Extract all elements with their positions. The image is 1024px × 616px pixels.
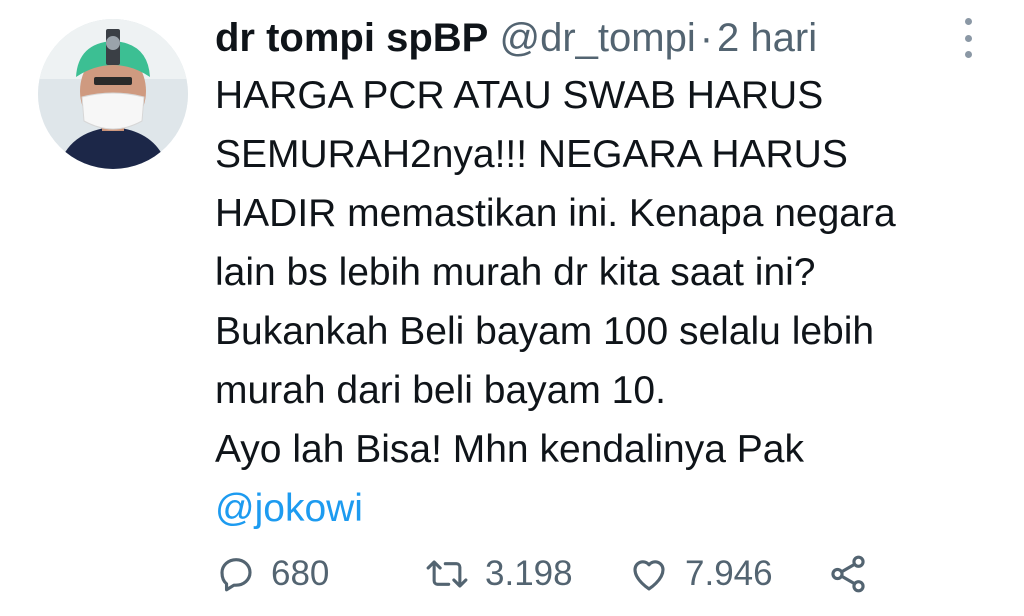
tweet-text-line: SEMURAH2nya!!! NEGARA HARUS xyxy=(215,133,848,176)
retweet-button[interactable]: 3.198 xyxy=(423,549,573,599)
more-vertical-icon[interactable] xyxy=(958,18,978,58)
share-icon xyxy=(827,553,869,595)
tweet-timestamp[interactable]: 2 hari xyxy=(717,16,817,60)
tweet-text-line: murah dari beli bayam 10. xyxy=(215,369,666,412)
tweet-text-line: Bukankah Beli bayam 100 selalu lebih xyxy=(215,310,875,353)
reply-icon xyxy=(215,553,257,595)
tweet-text-line: lain bs lebih murah dr kita saat ini? xyxy=(215,251,816,294)
share-button[interactable] xyxy=(827,549,869,599)
tweet-text: HARGA PCR ATAU SWAB HARUS SEMURAH2nya!!!… xyxy=(215,66,1005,538)
mention-link[interactable]: @jokowi xyxy=(215,479,1005,538)
heart-icon xyxy=(627,553,671,595)
header-separator: · xyxy=(699,16,714,60)
tweet-text-line: HARGA PCR ATAU SWAB HARUS xyxy=(215,74,824,117)
avatar[interactable] xyxy=(38,19,188,169)
like-count: 7.946 xyxy=(685,554,773,593)
tweet-header: dr tompi spBP @dr_tompi · 2 hari xyxy=(215,14,817,62)
tweet-text-line: HADIR memastikan ini. Kenapa negara xyxy=(215,192,896,235)
reply-button[interactable]: 680 xyxy=(215,549,329,599)
tweet-text-line: Ayo lah Bisa! Mhn kendalinya Pak xyxy=(215,428,804,471)
tweet-actions: 680 3.198 7.946 xyxy=(215,549,915,599)
retweet-icon xyxy=(423,553,471,595)
author-handle[interactable]: @dr_tompi xyxy=(499,16,695,60)
like-button[interactable]: 7.946 xyxy=(627,549,773,599)
author-name[interactable]: dr tompi spBP xyxy=(215,16,488,60)
tweet-card: dr tompi spBP @dr_tompi · 2 hari HARGA PCR… xyxy=(0,0,1024,616)
reply-count: 680 xyxy=(271,554,330,593)
retweet-count: 3.198 xyxy=(485,554,573,593)
